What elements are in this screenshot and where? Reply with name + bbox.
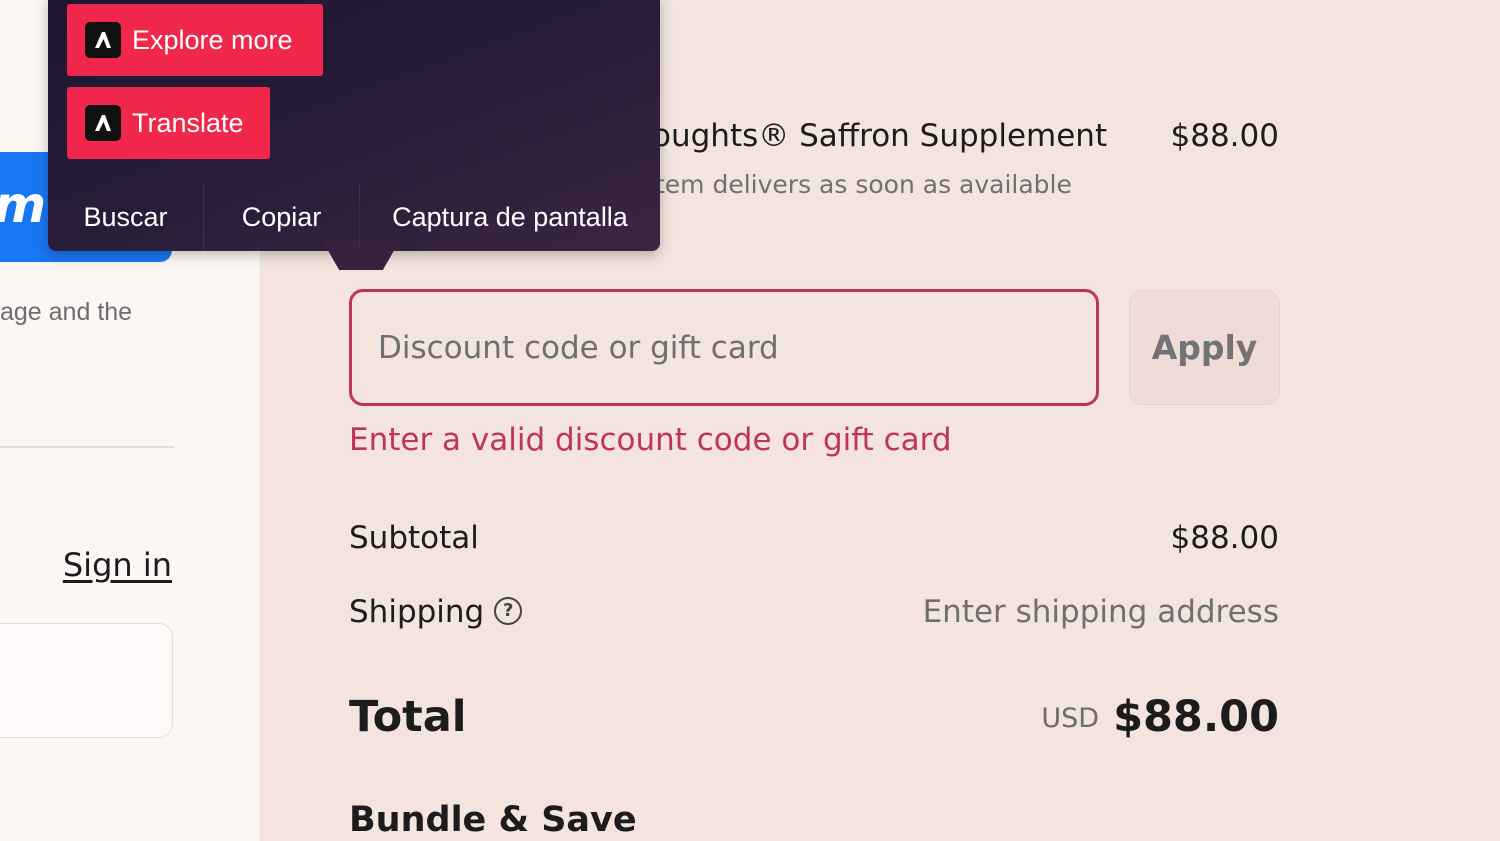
translate-button[interactable]: Translate: [67, 87, 270, 159]
left-info-text: age and the: [0, 298, 133, 326]
product-price: $88.00: [1170, 118, 1279, 154]
shipping-value: Enter shipping address: [922, 594, 1279, 630]
ai-logo-icon: [85, 22, 121, 58]
total-value-row: USD $88.00: [1041, 692, 1279, 742]
email-field[interactable]: [0, 623, 173, 738]
help-circle-icon[interactable]: ?: [494, 597, 523, 625]
shipping-row: Shipping?: [349, 594, 523, 630]
currency-code: USD: [1041, 703, 1100, 734]
express-pay-logo-text: m: [0, 176, 46, 234]
screenshot-action[interactable]: Captura de pantalla: [360, 183, 660, 251]
product-delivery-note: tem delivers as soon as available: [655, 170, 1072, 199]
popup-action-bar: Buscar Copiar Captura de pantalla: [48, 183, 660, 251]
left-divider: [0, 446, 174, 448]
translate-label: Translate: [132, 107, 244, 138]
ai-logo-icon: [85, 105, 121, 141]
search-action[interactable]: Buscar: [48, 183, 204, 251]
apply-discount-button[interactable]: Apply: [1129, 290, 1280, 405]
subtotal-label: Subtotal: [349, 520, 479, 556]
copy-action[interactable]: Copiar: [204, 183, 360, 251]
subtotal-value: $88.00: [1170, 520, 1279, 556]
sign-in-link[interactable]: Sign in: [63, 546, 172, 584]
explore-more-button[interactable]: Explore more: [67, 4, 323, 76]
bundle-section-title: Bundle & Save: [349, 800, 637, 840]
discount-error-message: Enter a valid discount code or gift card: [349, 422, 952, 458]
total-label: Total: [349, 692, 467, 742]
shipping-label: Shipping: [349, 594, 485, 630]
discount-code-input[interactable]: [349, 289, 1099, 406]
explore-more-label: Explore more: [132, 24, 293, 55]
total-amount: $88.00: [1113, 692, 1279, 742]
product-name: oughts® Saffron Supplement: [652, 118, 1108, 154]
